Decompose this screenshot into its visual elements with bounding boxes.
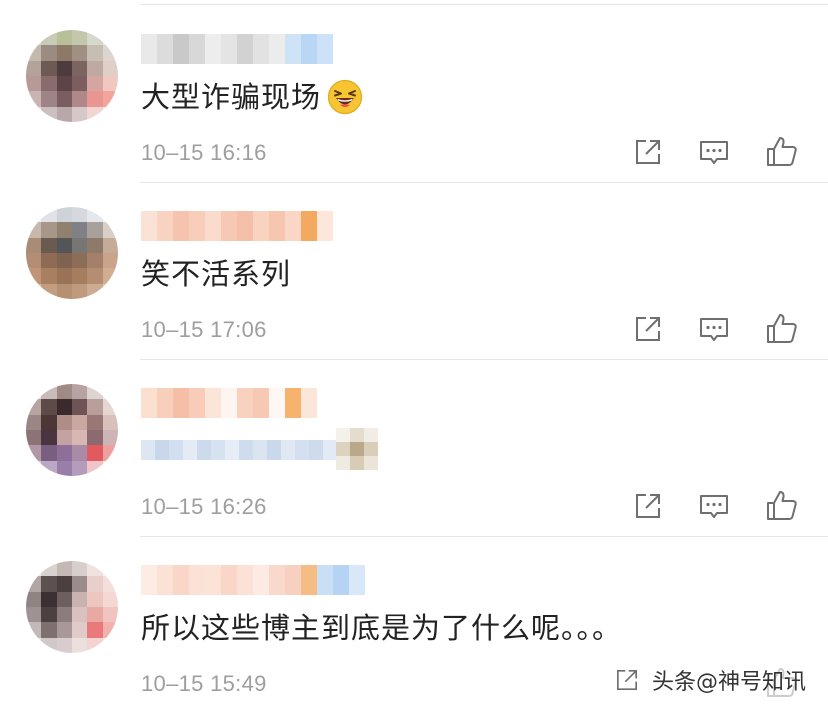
- share-button[interactable]: [630, 311, 666, 347]
- reply-icon: [700, 141, 728, 164]
- comment-time: 10–15 17:06: [141, 317, 267, 342]
- share-button[interactable]: [630, 488, 666, 524]
- reply-button[interactable]: [696, 134, 732, 170]
- grinning-squint-emoji-icon: [327, 79, 363, 115]
- comment-text-content: 大型诈骗现场: [141, 80, 322, 114]
- like-button[interactable]: [764, 488, 800, 524]
- watermark-text: 头条@神号知讯: [652, 670, 807, 695]
- thumbs-up-icon: [767, 314, 797, 343]
- avatar[interactable]: [26, 207, 118, 299]
- comment-text: 大型诈骗现场: [141, 78, 363, 116]
- comment-time: 10–15 16:26: [141, 494, 267, 519]
- avatar[interactable]: [26, 384, 118, 476]
- comment-text: 所以这些博主到底是为了什么呢。。。: [141, 609, 622, 647]
- comment-actions: [628, 488, 804, 528]
- thumbs-up-icon: [767, 137, 797, 166]
- comment-time: 10–15 16:16: [141, 140, 267, 165]
- comment-text: 笑不活系列: [141, 255, 291, 293]
- avatar[interactable]: [26, 561, 118, 653]
- share-icon: [636, 317, 660, 341]
- username[interactable]: [141, 565, 365, 595]
- comment-text-content: 所以这些博主到底是为了什么呢。。。: [141, 611, 623, 645]
- username[interactable]: [141, 211, 333, 241]
- comment-actions: [628, 311, 804, 351]
- like-button[interactable]: [764, 134, 800, 170]
- share-icon: [636, 140, 660, 164]
- share-icon: [636, 494, 660, 518]
- thumbs-up-icon: [767, 491, 797, 520]
- avatar[interactable]: [26, 30, 118, 122]
- share-button[interactable]: [630, 134, 666, 170]
- reply-icon: [700, 318, 728, 341]
- comment-text-content: 笑不活系列: [141, 257, 292, 291]
- username[interactable]: [141, 34, 333, 64]
- sticker-blurred: [336, 428, 378, 470]
- username[interactable]: [141, 388, 317, 418]
- top-divider: [140, 4, 828, 5]
- comment-time: 10–15 15:49: [141, 671, 267, 696]
- comment-item: 大型诈骗现场 10–15 16:16: [0, 6, 828, 183]
- reply-button[interactable]: [696, 311, 732, 347]
- watermark: 头条@神号知讯: [612, 664, 806, 696]
- reply-button[interactable]: [696, 488, 732, 524]
- reply-icon: [700, 495, 728, 518]
- comment-text-blurred: [141, 432, 337, 468]
- comment-item: 10–15 16:26: [0, 360, 828, 537]
- share-icon[interactable]: [612, 665, 642, 695]
- comment-actions: [628, 134, 804, 174]
- comment-item: 笑不活系列 10–15 17:06: [0, 183, 828, 360]
- like-button[interactable]: [764, 311, 800, 347]
